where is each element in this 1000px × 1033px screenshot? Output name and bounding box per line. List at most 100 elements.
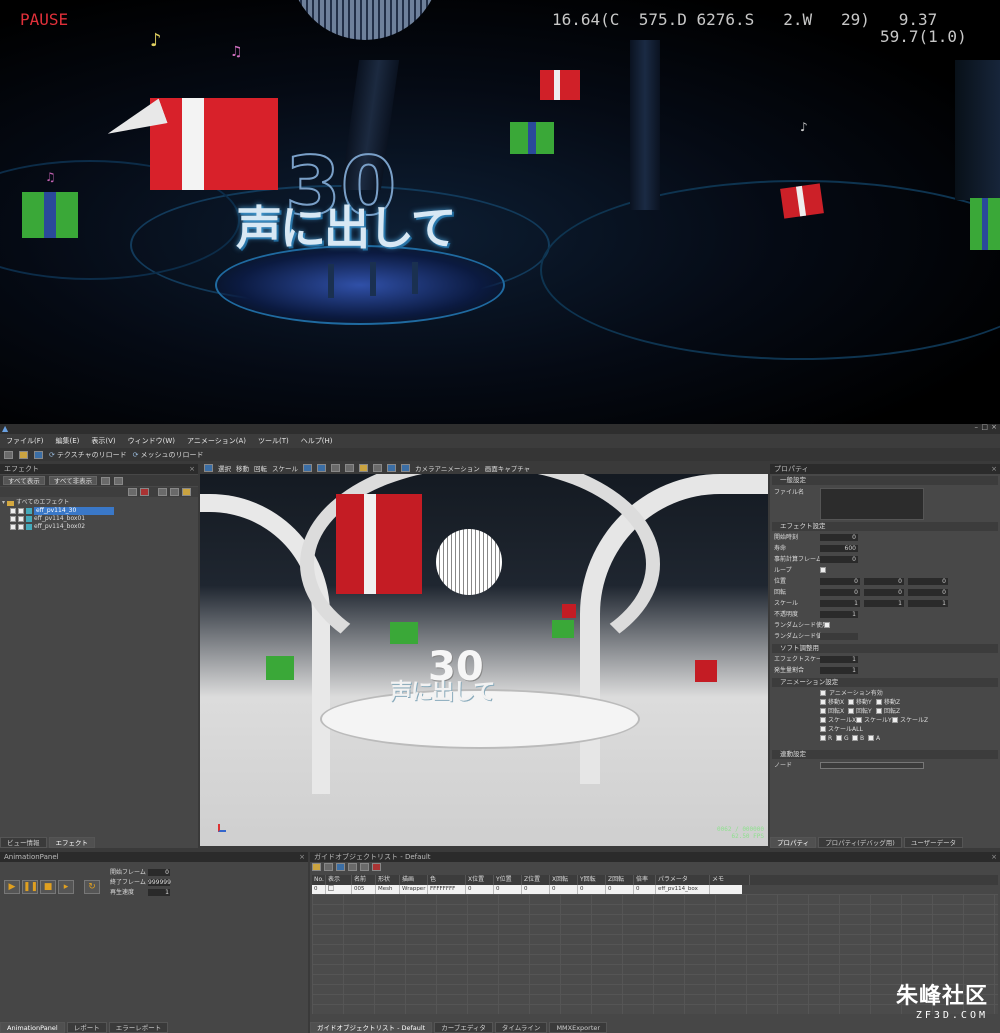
play-icon[interactable]: ▶: [4, 880, 20, 894]
minimize-button[interactable]: –: [975, 423, 979, 431]
section-effect-settings[interactable]: エフェクト設定: [772, 522, 998, 531]
col-header[interactable]: メモ: [710, 875, 750, 885]
col-header[interactable]: 色: [428, 875, 466, 885]
col-header[interactable]: 名前: [352, 875, 376, 885]
r-checkbox[interactable]: [820, 735, 826, 741]
3d-viewport[interactable]: 30 声に出して 0062 / 000000 62.50 FPS: [200, 474, 768, 846]
folder-icon[interactable]: [182, 488, 191, 496]
tab-curve-editor[interactable]: カーブエディタ: [434, 1022, 493, 1033]
visibility-checkbox[interactable]: [10, 516, 16, 522]
rotate-x-checkbox[interactable]: [820, 708, 826, 714]
remove-icon[interactable]: [140, 488, 149, 496]
rotation-z-field[interactable]: 0: [908, 589, 948, 596]
lifetime-field[interactable]: 600: [820, 545, 858, 552]
select-tool-icon[interactable]: [204, 463, 213, 472]
copy-icon[interactable]: [360, 863, 369, 871]
anim-enabled-checkbox[interactable]: [820, 690, 826, 696]
view-mode-icon[interactable]: [303, 463, 312, 472]
enable-checkbox[interactable]: [18, 516, 24, 522]
list-icon[interactable]: [101, 476, 111, 485]
loop-icon[interactable]: ↻: [84, 880, 100, 894]
menu-edit[interactable]: 編集(E): [56, 436, 80, 446]
col-header[interactable]: 描画: [400, 875, 428, 885]
col-header[interactable]: No.: [312, 875, 326, 885]
tab-view-info[interactable]: ビュー情報: [0, 837, 47, 848]
add-icon[interactable]: [348, 863, 357, 871]
light-icon[interactable]: [359, 463, 368, 472]
rotation-y-field[interactable]: 0: [864, 589, 904, 596]
menu-tools[interactable]: ツール(T): [258, 436, 289, 446]
tab-user-data[interactable]: ユーザーデータ: [903, 837, 964, 848]
opacity-field[interactable]: 1: [820, 611, 858, 618]
rotate-tool-label[interactable]: 回転: [254, 463, 267, 473]
move-z-checkbox[interactable]: [876, 699, 882, 705]
save-icon[interactable]: [336, 863, 345, 871]
panel-close-icon[interactable]: ×: [991, 464, 997, 474]
tree-item-effect[interactable]: eff_pv114_box02: [2, 523, 196, 531]
col-header[interactable]: Y位置: [494, 875, 522, 885]
add-icon[interactable]: [128, 488, 137, 496]
tab-guide-object-list[interactable]: ガイドオブジェクトリスト - Default: [310, 1022, 433, 1033]
panel-close-icon[interactable]: ×: [991, 852, 997, 862]
list-icon[interactable]: [114, 476, 124, 485]
menu-file[interactable]: ファイル(F): [6, 436, 44, 446]
tab-animation-panel[interactable]: AnimationPanel: [0, 1022, 65, 1033]
tab-error-report[interactable]: エラーレポート: [108, 1022, 169, 1033]
section-anim-settings[interactable]: アニメーション設定: [772, 678, 998, 687]
camera-animation-button[interactable]: カメラアニメーション: [415, 463, 480, 473]
reload-mesh-button[interactable]: ⟳ メッシュのリロード: [133, 450, 204, 460]
col-header[interactable]: 表示: [326, 875, 352, 885]
file-name-field[interactable]: [820, 488, 924, 520]
screen-capture-button[interactable]: 画面キャプチャ: [485, 463, 530, 473]
random-seed-field[interactable]: [820, 633, 858, 640]
enable-checkbox[interactable]: [18, 524, 24, 530]
move-tool-label[interactable]: 移動: [236, 463, 249, 473]
view-mode-icon[interactable]: [317, 463, 326, 472]
loop-checkbox[interactable]: [820, 567, 826, 573]
col-header[interactable]: X回転: [550, 875, 578, 885]
effect-scale-field[interactable]: 1: [820, 656, 858, 663]
new-file-icon[interactable]: [4, 450, 13, 459]
tree-item-effect[interactable]: eff_pv114_box01: [2, 515, 196, 523]
close-button[interactable]: ×: [991, 423, 997, 431]
show-all-button[interactable]: すべて表示: [3, 476, 45, 485]
menu-help[interactable]: ヘルプ(H): [301, 436, 333, 446]
position-z-field[interactable]: 0: [908, 578, 948, 585]
tab-effect[interactable]: エフェクト: [48, 837, 95, 848]
table-row[interactable]: 0 005 Mesh Wrapper FFFFFFFF 0 0 0 0 0 0 …: [312, 885, 742, 894]
section-general[interactable]: 一般設定: [772, 476, 998, 485]
reload-texture-button[interactable]: ⟳ テクスチャのリロード: [49, 450, 127, 460]
visibility-checkbox[interactable]: [10, 524, 16, 530]
pause-icon[interactable]: ❚❚: [22, 880, 38, 894]
maximize-button[interactable]: □: [981, 423, 988, 431]
col-header[interactable]: Z回転: [606, 875, 634, 885]
section-soft-adjust[interactable]: ソフト調整用: [772, 644, 998, 653]
emission-ratio-field[interactable]: 1: [820, 667, 858, 674]
tab-timeline[interactable]: タイムライン: [494, 1022, 548, 1033]
b-checkbox[interactable]: [852, 735, 858, 741]
enable-checkbox[interactable]: [18, 508, 24, 514]
tree-item-root[interactable]: ▾ すべてのエフェクト: [2, 499, 196, 507]
g-checkbox[interactable]: [836, 735, 842, 741]
stop-icon[interactable]: ■: [40, 880, 56, 894]
camera-icon[interactable]: [401, 463, 410, 472]
node-field[interactable]: [820, 762, 924, 769]
visible-checkbox[interactable]: [328, 885, 334, 891]
col-header[interactable]: 形状: [376, 875, 400, 885]
tab-mmx-exporter[interactable]: MMXExporter: [549, 1022, 608, 1033]
delete-icon[interactable]: [372, 863, 381, 871]
visibility-checkbox[interactable]: [10, 508, 16, 514]
open-folder-icon[interactable]: [19, 450, 28, 459]
col-header[interactable]: X位置: [466, 875, 494, 885]
scale-y-checkbox[interactable]: [856, 717, 862, 723]
a-checkbox[interactable]: [868, 735, 874, 741]
col-header[interactable]: 倍率: [634, 875, 656, 885]
end-frame-field[interactable]: 999999: [148, 879, 171, 886]
scale-x-checkbox[interactable]: [820, 717, 826, 723]
tab-report[interactable]: レポート: [66, 1022, 107, 1033]
scale-y-field[interactable]: 1: [864, 600, 904, 607]
bg-icon[interactable]: [373, 463, 382, 472]
start-frame-field[interactable]: 0: [148, 869, 170, 876]
col-header[interactable]: パラメータ: [656, 875, 710, 885]
move-up-icon[interactable]: [158, 488, 167, 496]
